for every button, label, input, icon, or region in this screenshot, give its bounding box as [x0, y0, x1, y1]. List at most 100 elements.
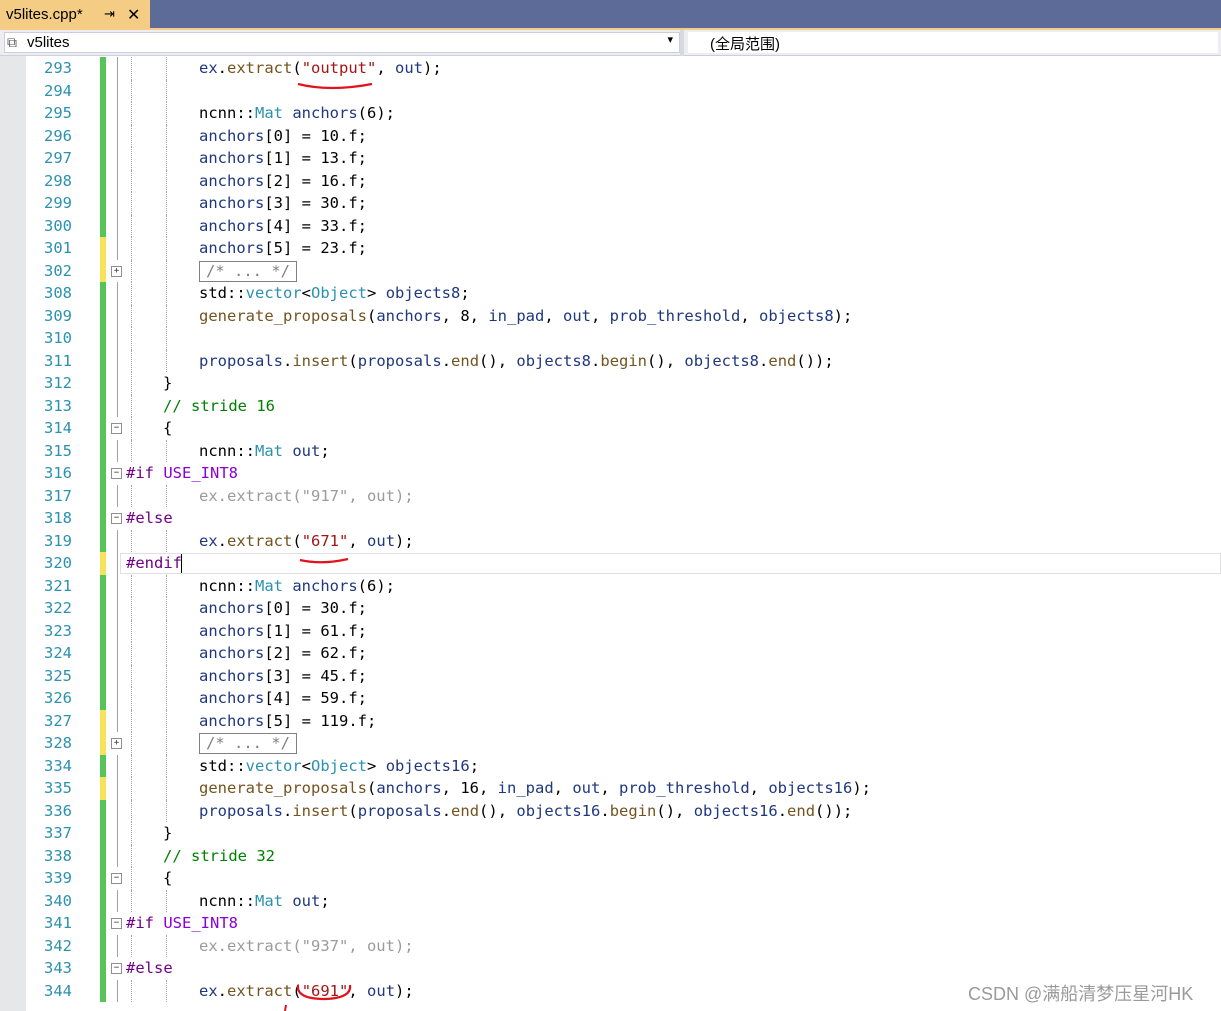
code-token: > [367, 284, 386, 302]
code-line[interactable]: 295 ncnn::Mat anchors(6); [0, 102, 1221, 125]
scope-dropdown[interactable]: (全局范围) [688, 32, 1218, 53]
code-line[interactable]: 323 anchors[1] = 61.f; [0, 619, 1221, 642]
document-tab[interactable]: v5lites.cpp* ⇥ ✕ [0, 0, 150, 30]
code-line[interactable]: 313 // stride 16 [0, 394, 1221, 417]
code-line[interactable]: 315 ncnn::Mat out; [0, 439, 1221, 462]
code-line[interactable]: 328 + /* ... */ [0, 732, 1221, 755]
close-icon[interactable]: ✕ [127, 5, 140, 25]
code-line[interactable]: 338 // stride 32 [0, 844, 1221, 867]
code-token: Mat [255, 104, 283, 122]
project-dropdown[interactable]: ⧉ v5lites ▾ [4, 32, 680, 53]
code-token: objects8 [385, 284, 461, 302]
project-name: v5lites [27, 34, 70, 51]
saved-change-marker [100, 147, 106, 170]
code-line[interactable]: 327 anchors[5] = 119.f; [0, 709, 1221, 732]
code-token: Mat [255, 441, 283, 460]
indent-guide [131, 124, 132, 147]
indent-guide [131, 844, 132, 867]
code-token: , [740, 306, 759, 325]
indent-guide [131, 732, 132, 755]
saved-change-marker [100, 889, 106, 912]
code-line[interactable]: 298 anchors[2] = 16.f; [0, 169, 1221, 192]
code-line[interactable]: 309 generate_proposals(anchors, 8, in_pad… [0, 304, 1221, 327]
code-line[interactable]: 293 ex.extract("output", out); [0, 57, 1221, 80]
code-line[interactable]: 343 − #else [0, 957, 1221, 980]
code-line[interactable]: 336 proposals.insert(proposals.end(), obj… [0, 799, 1221, 822]
tab-title: v5lites.cpp* [6, 6, 83, 23]
code-line[interactable]: 318 − #else [0, 507, 1221, 530]
collapse-icon[interactable]: − [111, 963, 122, 974]
outline-line [117, 799, 118, 822]
saved-change-marker [100, 799, 106, 822]
line-number: 337 [44, 824, 72, 842]
indent-guide [166, 439, 167, 462]
indent-guide [131, 439, 132, 462]
code-line[interactable]: 294 [0, 79, 1221, 102]
code-line[interactable]: 297 anchors[1] = 13.f; [0, 147, 1221, 170]
expand-icon[interactable]: + [111, 738, 122, 749]
code-line[interactable]: 302 + /* ... */ [0, 259, 1221, 282]
code-token: ncnn:: [199, 441, 255, 460]
pin-icon[interactable]: ⇥ [104, 6, 115, 22]
code-line[interactable]: 341 − #if USE_INT8 [0, 912, 1221, 935]
code-line[interactable]: 296 anchors[0] = 10.f; [0, 124, 1221, 148]
collapse-icon[interactable]: − [111, 423, 122, 434]
expand-icon[interactable]: + [111, 265, 122, 277]
code-line[interactable]: 317 ex.extract("917", out); [0, 484, 1221, 507]
code-line[interactable]: 311 proposals.insert(proposals.end(), obj… [0, 349, 1221, 372]
saved-change-marker [100, 439, 106, 462]
saved-change-marker [100, 79, 106, 102]
code-editor[interactable]: 293 ex.extract("output", out); 294 295 ncnn:… [0, 56, 1221, 1011]
code-line[interactable]: 310 [0, 327, 1221, 350]
code-line[interactable]: 321 ncnn::Mat anchors(6); [0, 574, 1221, 597]
collapse-icon[interactable]: − [111, 873, 122, 884]
code-line[interactable]: 301 anchors[5] = 23.f; [0, 237, 1221, 260]
code-line[interactable]: 312} [0, 372, 1221, 395]
code-line[interactable]: 335 generate_proposals(anchors, 16, in_pa… [0, 777, 1221, 800]
outline-line [117, 214, 118, 237]
code-line[interactable]: 308 std::vector<Object> objects8; [0, 282, 1221, 305]
indent-guide [131, 102, 132, 125]
code-line[interactable]: 324 anchors[2] = 62.f; [0, 642, 1221, 665]
line-number: 320 [44, 554, 72, 572]
collapsed-region[interactable]: /* ... */ [199, 260, 297, 282]
indent-guide [166, 687, 167, 710]
code-text: anchors[0] = 30.f; [199, 597, 367, 620]
chevron-down-icon[interactable]: ▾ [667, 33, 673, 46]
code-token: ); [376, 576, 396, 595]
code-line[interactable]: 337} [0, 822, 1221, 845]
saved-change-marker [100, 372, 106, 395]
code-token: out [395, 59, 424, 77]
code-line[interactable]: 314 − { [0, 417, 1221, 440]
code-line[interactable]: 322 anchors[0] = 30.f; [0, 597, 1221, 620]
code-token: out [563, 306, 591, 325]
collapsed-region[interactable]: /* ... */ [199, 733, 297, 754]
code-line[interactable]: 325 anchors[3] = 45.f; [0, 664, 1221, 687]
saved-change-marker [100, 282, 106, 305]
document-tab-bar: v5lites.cpp* ⇥ ✕ [0, 0, 1221, 30]
code-line[interactable]: 342 ex.extract("937", out); [0, 934, 1221, 957]
code-line[interactable]: 316 − #if USE_INT8 [0, 462, 1221, 485]
code-token: prob_threshold [609, 306, 741, 325]
saved-change-marker [100, 844, 106, 867]
code-token: , [348, 531, 368, 550]
code-line[interactable]: 326 anchors[4] = 59.f; [0, 687, 1221, 710]
indent-guide [166, 282, 167, 305]
code-line[interactable]: 334 std::vector<Object> objects16; [0, 754, 1221, 777]
code-line[interactable]: 339 − { [0, 867, 1221, 890]
code-line[interactable]: 340 ncnn::Mat out; [0, 889, 1221, 912]
collapse-icon[interactable]: − [111, 468, 122, 479]
code-token: ex [199, 531, 218, 550]
saved-change-marker [100, 822, 106, 845]
collapse-icon[interactable]: − [111, 513, 122, 524]
indent-guide [166, 484, 167, 507]
collapse-icon[interactable]: − [111, 918, 122, 929]
code-line[interactable]: 299 anchors[3] = 30.f; [0, 192, 1221, 215]
code-text: #endif [126, 552, 182, 575]
code-line[interactable]: 319 ex.extract("671", out); [0, 529, 1221, 552]
code-line[interactable]: 320 #endif [0, 552, 1221, 575]
code-text: anchors[0] = 10.f; [199, 125, 367, 148]
indent-guide [131, 147, 132, 170]
indent-guide [131, 372, 132, 395]
code-line[interactable]: 300 anchors[4] = 33.f; [0, 214, 1221, 237]
